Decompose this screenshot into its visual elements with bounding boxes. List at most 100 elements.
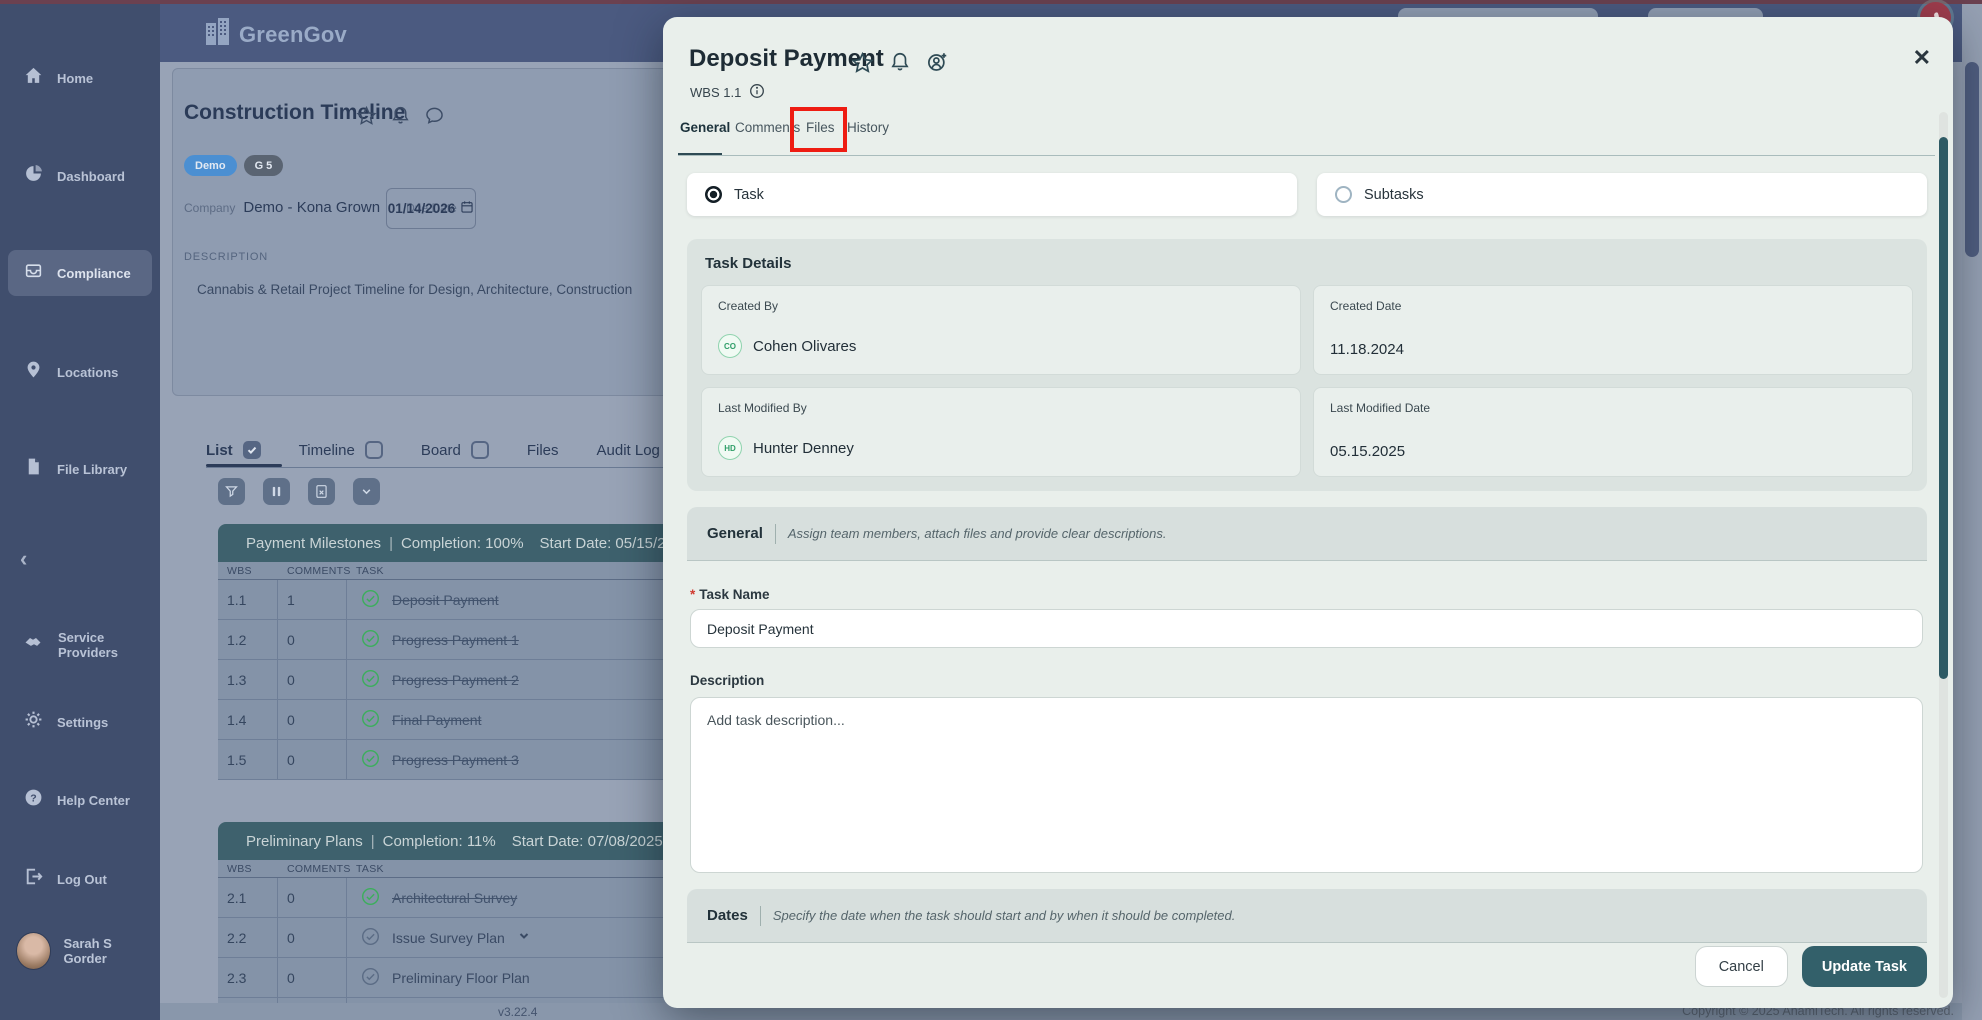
comments-cell: 0 — [278, 620, 347, 659]
check-circle-icon[interactable] — [361, 927, 380, 949]
task-name-label: *Task Name — [690, 587, 770, 602]
task-modal: ✕ Deposit Payment WBS 1.1 General Commen… — [663, 17, 1953, 1008]
modal-tab-history[interactable]: History — [847, 120, 889, 135]
task-name: Preliminary Floor Plan — [392, 970, 530, 986]
star-icon[interactable] — [356, 105, 377, 131]
info-icon[interactable] — [749, 83, 765, 102]
modal-tab-general[interactable]: General — [680, 120, 730, 135]
view-tab-files[interactable]: Files — [527, 442, 559, 459]
group-badge: G 5 — [244, 155, 284, 176]
settings-icon — [24, 710, 43, 734]
close-icon[interactable]: ✕ — [1913, 47, 1931, 69]
app-logo-text: GreenGov — [239, 22, 347, 48]
unchecked-checkbox-icon[interactable] — [471, 441, 489, 459]
check-circle-icon[interactable] — [361, 967, 380, 989]
chevron-down-icon[interactable] — [353, 478, 380, 505]
check-circle-done-icon[interactable] — [361, 669, 380, 691]
description-textarea[interactable] — [690, 697, 1923, 873]
check-circle-done-icon[interactable] — [361, 887, 380, 909]
files-tab-highlight-box — [790, 107, 847, 152]
sidebar-collapse-button[interactable]: ‹ — [20, 546, 27, 572]
modal-scrollbar-thumb[interactable] — [1939, 137, 1948, 679]
app-logo[interactable]: GreenGov — [204, 17, 347, 52]
view-tab-timeline[interactable]: Timeline — [299, 441, 383, 459]
sidebar-item-label: File Library — [57, 462, 127, 477]
column-header: WBS — [218, 562, 278, 579]
sidebar: Home Dashboard Compliance Locations File Lib… — [0, 4, 160, 1020]
sidebar-item-label: Home — [57, 71, 93, 86]
task-name: Progress Payment 3 — [392, 752, 519, 768]
sidebar-item-home[interactable]: Home — [8, 55, 152, 101]
bell-icon[interactable] — [889, 51, 911, 79]
page-scrollbar-thumb[interactable] — [1965, 62, 1979, 257]
cancel-button[interactable]: Cancel — [1695, 946, 1788, 987]
avatar: HD — [718, 436, 742, 460]
check-circle-done-icon[interactable] — [361, 709, 380, 731]
sidebar-item-label: Settings — [57, 715, 108, 730]
view-tab-list[interactable]: List — [206, 441, 261, 459]
view-tab-board[interactable]: Board — [421, 441, 489, 459]
comments-cell: 0 — [278, 958, 347, 997]
task-name: Architectural Survey — [392, 890, 517, 906]
user-profile[interactable]: Sarah S Gorder — [8, 932, 152, 970]
check-circle-done-icon[interactable] — [361, 589, 380, 611]
last-modified-by-card: Last Modified By HDHunter Denney — [701, 387, 1301, 477]
column-header: WBS — [218, 860, 278, 877]
bell-icon[interactable] — [390, 105, 411, 131]
view-tab-label: Audit Log — [597, 442, 660, 459]
sidebar-item-locations[interactable]: Locations — [8, 349, 152, 395]
section-completion: Completion: 11% — [383, 833, 496, 850]
star-icon[interactable] — [851, 51, 874, 79]
badge-row: Demo G 5 — [184, 155, 283, 176]
comments-cell: 0 — [278, 918, 347, 957]
sidebar-item-dashboard[interactable]: Dashboard — [8, 153, 152, 199]
view-tab-label: Timeline — [299, 442, 355, 459]
sidebar-item-label: Locations — [57, 365, 118, 380]
created-by-card: Created By COCohen Olivares — [701, 285, 1301, 375]
task-name-input[interactable] — [690, 609, 1923, 648]
task-type-option-subtasks[interactable]: Subtasks — [1317, 173, 1927, 216]
pause-icon[interactable] — [263, 478, 290, 505]
help-icon: ? — [24, 788, 43, 812]
task-name: Deposit Payment — [392, 592, 499, 608]
sidebar-item-compliance[interactable]: Compliance — [8, 250, 152, 296]
check-circle-done-icon[interactable] — [361, 629, 380, 651]
task-details-heading: Task Details — [705, 255, 791, 272]
task-type-option-task[interactable]: Task — [687, 173, 1297, 216]
page-scrollbar[interactable] — [1962, 4, 1982, 1020]
sidebar-item-settings[interactable]: Settings — [8, 699, 152, 745]
list-toolbar — [218, 478, 380, 505]
sidebar-item-file-library[interactable]: File Library — [8, 446, 152, 492]
sidebar-item-service-providers[interactable]: Service Providers — [8, 622, 152, 668]
column-header: COMMENTS — [278, 562, 347, 579]
radio-selected-icon — [705, 186, 722, 203]
person-add-icon[interactable] — [926, 51, 949, 79]
compliance-icon — [24, 261, 43, 285]
sidebar-item-label: Dashboard — [57, 169, 125, 184]
created-date-card: Created Date 11.18.2024 — [1313, 285, 1913, 375]
column-header: COMMENTS — [278, 860, 347, 877]
checked-checkbox-icon[interactable] — [243, 441, 261, 459]
filter-icon[interactable] — [218, 478, 245, 505]
chevron-down-icon[interactable] — [517, 929, 531, 946]
user-avatar — [16, 932, 51, 970]
file-library-icon — [24, 457, 43, 481]
last-modified-date-card: Last Modified Date 05.15.2025 — [1313, 387, 1913, 477]
sidebar-item-log-out[interactable]: Log Out — [8, 856, 152, 902]
company-value: Demo - Kona Grown — [243, 199, 380, 216]
check-circle-done-icon[interactable] — [361, 749, 380, 771]
task-name: Issue Survey Plan — [392, 930, 505, 946]
update-task-button[interactable]: Update Task — [1802, 946, 1927, 987]
calendar-icon — [460, 200, 474, 217]
view-tab-label: Board — [421, 442, 461, 459]
export-file-icon[interactable] — [308, 478, 335, 505]
description-label: Description — [690, 673, 764, 688]
chat-icon[interactable] — [424, 105, 445, 131]
view-tab-audit-log[interactable]: Audit Log — [597, 442, 660, 459]
sidebar-item-help-center[interactable]: ?Help Center — [8, 777, 152, 823]
unchecked-checkbox-icon[interactable] — [365, 441, 383, 459]
due-date-input[interactable]: 01/14/2026 — [386, 188, 476, 229]
app-version: v3.22.4 — [498, 1005, 537, 1019]
sidebar-item-label: Compliance — [57, 266, 131, 281]
wbs-cell: 2.1 — [218, 878, 278, 917]
